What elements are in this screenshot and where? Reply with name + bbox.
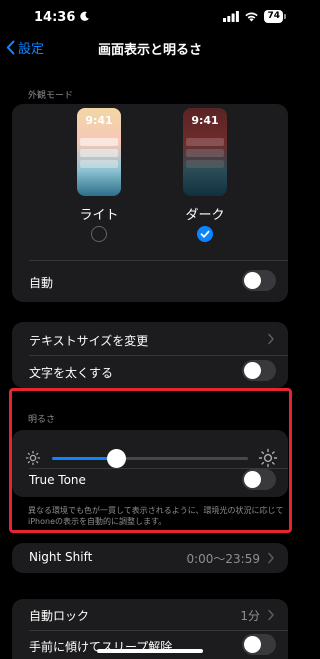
dark-preview-time: 9:41 bbox=[191, 114, 219, 127]
home-indicator bbox=[97, 649, 203, 653]
auto-lock-label[interactable]: 自動ロック bbox=[29, 607, 89, 624]
auto-lock-value: 1分 bbox=[240, 609, 260, 623]
status-time: 14:36 bbox=[34, 10, 76, 25]
light-preview-widget bbox=[80, 160, 118, 168]
dark-preview-widget bbox=[186, 149, 224, 157]
battery-level: 74 bbox=[264, 10, 283, 23]
night-shift-card[interactable]: Night Shift 0:00〜23:59 bbox=[12, 543, 288, 573]
toggle-knob bbox=[244, 362, 261, 379]
night-shift-value: 0:00〜23:59 bbox=[186, 552, 260, 566]
dark-preview-widget bbox=[186, 160, 224, 168]
light-mode-preview[interactable]: 9:41 bbox=[77, 108, 121, 196]
bold-text-label: 文字を太くする bbox=[29, 366, 114, 380]
dark-mode-radio[interactable] bbox=[197, 226, 213, 242]
bold-text-toggle[interactable] bbox=[242, 360, 276, 381]
light-mode-radio[interactable] bbox=[91, 226, 107, 242]
appearance-section-label: 外観モード bbox=[28, 91, 74, 101]
battery-icon bbox=[284, 14, 286, 19]
raise-to-wake-toggle[interactable] bbox=[242, 634, 276, 655]
page-title: 画面表示と明るさ bbox=[97, 43, 202, 58]
light-preview-widget bbox=[80, 149, 118, 157]
separator bbox=[29, 260, 288, 261]
checkmark-icon bbox=[200, 230, 210, 238]
dark-mode-label: ダーク bbox=[185, 208, 225, 223]
separator bbox=[29, 630, 288, 631]
navigation-bar: 設定 画面表示と明るさ bbox=[0, 34, 300, 62]
signal-icon bbox=[223, 11, 240, 22]
appearance-card: 9:41 9:41 ライト ダーク 自動 bbox=[12, 104, 288, 302]
separator bbox=[29, 355, 288, 356]
chevron-right-icon bbox=[268, 333, 274, 345]
light-preview-widget bbox=[80, 138, 118, 146]
status-icons: 74 bbox=[223, 10, 286, 23]
text-size-label[interactable]: テキストサイズを変更 bbox=[29, 332, 148, 349]
text-settings-card: テキストサイズを変更 文字を太くする bbox=[12, 322, 288, 388]
status-bar: 14:36 74 bbox=[0, 0, 300, 34]
toggle-knob bbox=[244, 272, 261, 289]
toggle-knob bbox=[244, 636, 261, 653]
auto-mode-toggle[interactable] bbox=[242, 270, 276, 291]
wifi-icon bbox=[245, 12, 259, 22]
highlight-box bbox=[9, 388, 292, 533]
chevron-right-icon bbox=[268, 609, 274, 621]
light-mode-label: ライト bbox=[79, 208, 119, 223]
chevron-right-icon bbox=[268, 552, 274, 564]
dark-mode-preview[interactable]: 9:41 bbox=[183, 108, 227, 196]
dark-preview-widget bbox=[186, 138, 224, 146]
auto-mode-label: 自動 bbox=[29, 276, 54, 290]
night-shift-label: Night Shift bbox=[29, 550, 93, 564]
light-preview-time: 9:41 bbox=[85, 114, 113, 127]
focus-moon-icon bbox=[80, 11, 89, 21]
